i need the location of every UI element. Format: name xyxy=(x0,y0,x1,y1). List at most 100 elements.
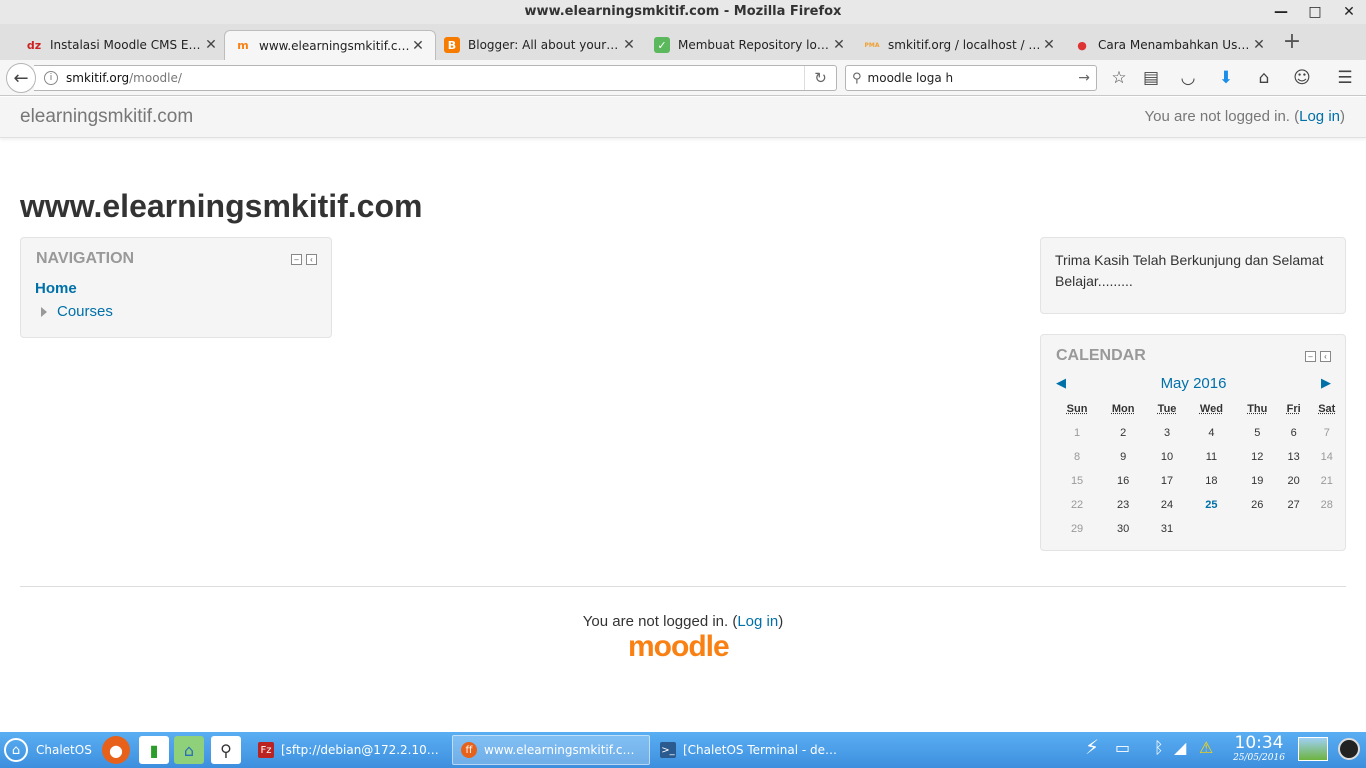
tab-close-icon[interactable]: ✕ xyxy=(622,37,636,53)
hello-chat-icon[interactable]: ☺ xyxy=(1290,66,1314,90)
wifi-icon[interactable]: ◢ xyxy=(1174,738,1186,757)
home-icon[interactable]: ⌂ xyxy=(1252,66,1276,90)
start-label: ChaletOS xyxy=(36,743,92,757)
close-icon[interactable]: ✕ xyxy=(1332,0,1366,24)
calendar-day: 17 xyxy=(1160,475,1174,487)
prev-month-icon[interactable]: ◀ xyxy=(1056,375,1066,391)
calendar-day: 4 xyxy=(1208,427,1215,439)
search-launcher-icon[interactable]: ⚲ xyxy=(211,736,241,764)
file-manager-launcher-icon[interactable]: ⌂ xyxy=(174,736,204,764)
window-titlebar: www.elearningsmkitif.com - Mozilla Firef… xyxy=(0,0,1366,24)
calendar-day: 2 xyxy=(1120,427,1127,439)
weekday-label: Wed xyxy=(1199,403,1223,415)
calendar-day: 19 xyxy=(1251,475,1264,487)
power-icon[interactable]: ⚡ xyxy=(1085,735,1099,759)
page-title: www.elearningsmkitif.com xyxy=(20,188,423,224)
weekday-label: Thu xyxy=(1247,403,1268,415)
search-input[interactable] xyxy=(867,71,1079,85)
tab-elearningsmkitif[interactable]: m www.elearningsmkitif.com ✕ xyxy=(224,30,436,60)
search-bar[interactable]: ⚲ → xyxy=(845,65,1097,91)
tab-close-icon[interactable]: ✕ xyxy=(1042,37,1056,53)
calendar-day: 16 xyxy=(1117,475,1130,487)
calendar-weekday-row: Sun Mon Tue Wed Thu Fri Sat xyxy=(1055,397,1345,421)
tab-repository-local[interactable]: ✓ Membuat Repository local ... ✕ xyxy=(644,30,856,60)
tab-close-icon[interactable]: ✕ xyxy=(1252,37,1266,53)
site-brand-link[interactable]: elearningsmkitif.com xyxy=(20,106,193,128)
reading-list-icon[interactable]: ▤ xyxy=(1139,66,1163,90)
calendar-month-link[interactable]: May 2016 xyxy=(1056,375,1331,392)
calendar-day: 22 xyxy=(1070,499,1084,511)
start-menu-button[interactable]: ⌂ ChaletOS xyxy=(4,737,92,763)
task-filezilla[interactable]: Fz [sftp://debian@172.2.10.2 - File... xyxy=(250,735,448,765)
calendar-day: 23 xyxy=(1117,499,1130,511)
tab-favicon-icon: B xyxy=(444,37,460,53)
office-launcher-icon[interactable]: ▮ xyxy=(139,736,169,764)
header-login-info: You are not logged in. (Log in) xyxy=(1145,108,1345,125)
tab-phpmyadmin[interactable]: PMA smkitif.org / localhost / mo... ✕ xyxy=(854,30,1066,60)
tab-close-icon[interactable]: ✕ xyxy=(832,37,846,53)
tab-favicon-icon: dz xyxy=(26,38,42,52)
tab-close-icon[interactable]: ✕ xyxy=(411,38,425,54)
nav-courses-link[interactable]: Courses xyxy=(57,303,113,320)
weekday-label: Mon xyxy=(1111,403,1135,415)
nav-courses-item[interactable]: Courses xyxy=(41,303,113,320)
moodle-logo[interactable]: moodle xyxy=(628,630,730,664)
navigation-block: NAVIGATION – ‹ Home Courses xyxy=(20,237,332,338)
firefox-launcher-icon[interactable]: ● xyxy=(102,736,130,764)
tab-blogger[interactable]: B Blogger: All about your Lif... ✕ xyxy=(434,30,646,60)
login-suffix: ) xyxy=(778,613,784,630)
calendar-day: 3 xyxy=(1163,427,1171,439)
tab-instalasi-moodle[interactable]: dz Instalasi Moodle CMS E-Lea... ✕ xyxy=(16,30,228,60)
search-go-icon[interactable]: → xyxy=(1078,70,1090,86)
footer-divider xyxy=(20,586,1346,587)
clock[interactable]: 10:34 25/05/2016 xyxy=(1226,733,1292,763)
bluetooth-icon[interactable]: ᛒ xyxy=(1154,738,1164,757)
login-prefix: You are not logged in. ( xyxy=(1144,108,1300,125)
collapse-icon[interactable]: – xyxy=(1305,351,1316,362)
filezilla-icon: Fz xyxy=(258,742,274,758)
bookmark-star-icon[interactable]: ☆ xyxy=(1107,66,1131,90)
tab-menambahkan-user[interactable]: ● Cara Menambahkan User B... ✕ xyxy=(1064,30,1276,60)
back-button[interactable]: ← xyxy=(6,63,36,93)
tab-favicon-icon: ● xyxy=(1077,38,1087,52)
calendar-day: 28 xyxy=(1320,499,1333,511)
warning-icon[interactable]: ⚠ xyxy=(1199,738,1213,757)
nav-home-link[interactable]: Home xyxy=(35,280,77,297)
hamburger-menu-icon[interactable]: ☰ xyxy=(1333,66,1357,90)
minimize-icon[interactable]: — xyxy=(1264,0,1298,24)
reload-icon[interactable]: ↻ xyxy=(804,66,836,90)
maximize-icon[interactable]: □ xyxy=(1298,0,1332,24)
calendar-day-today[interactable]: 25 xyxy=(1187,493,1236,517)
dock-icon[interactable]: ‹ xyxy=(1320,351,1331,362)
new-tab-button[interactable]: + xyxy=(1280,30,1304,54)
header-login-link[interactable]: Log in xyxy=(1299,108,1340,125)
calendar-day: 12 xyxy=(1251,451,1264,463)
calendar-day: 24 xyxy=(1160,499,1174,511)
battery-icon[interactable]: ▭ xyxy=(1115,738,1130,757)
tab-close-icon[interactable]: ✕ xyxy=(204,37,218,53)
url-path: /moodle/ xyxy=(129,71,182,85)
info-icon[interactable]: i xyxy=(44,71,58,85)
calendar-day: 15 xyxy=(1070,475,1084,487)
task-firefox[interactable]: ff www.elearningsmkitif.com - M... xyxy=(452,735,650,765)
downloads-icon[interactable]: ⬇ xyxy=(1214,66,1238,90)
expand-arrow-icon[interactable] xyxy=(41,306,47,317)
calendar-day: 20 xyxy=(1287,475,1300,487)
pocket-icon[interactable]: ◡ xyxy=(1176,66,1200,90)
next-month-icon[interactable]: ▶ xyxy=(1321,375,1331,391)
dock-icon[interactable]: ‹ xyxy=(306,254,317,265)
footer-login-link[interactable]: Log in xyxy=(737,613,778,630)
url-bar[interactable]: i smkitif.org/moodle/ ↻ xyxy=(34,65,837,91)
calendar-week-row: 29 30 31 xyxy=(1055,517,1345,541)
tab-title: smkitif.org / localhost / mo... xyxy=(888,38,1042,52)
tab-favicon-icon: ✓ xyxy=(654,37,670,53)
show-desktop-icon[interactable] xyxy=(1298,737,1328,761)
tab-title: Cara Menambahkan User B... xyxy=(1098,38,1252,52)
webcam-icon[interactable] xyxy=(1338,738,1360,760)
task-terminal[interactable]: >_ [ChaletOS Terminal - debian@... xyxy=(652,735,850,765)
calendar-day: 6 xyxy=(1290,427,1297,439)
clock-time: 10:34 xyxy=(1234,733,1284,753)
collapse-icon[interactable]: – xyxy=(291,254,302,265)
calendar-day: 8 xyxy=(1074,451,1081,463)
login-prefix: You are not logged in. ( xyxy=(582,613,738,630)
